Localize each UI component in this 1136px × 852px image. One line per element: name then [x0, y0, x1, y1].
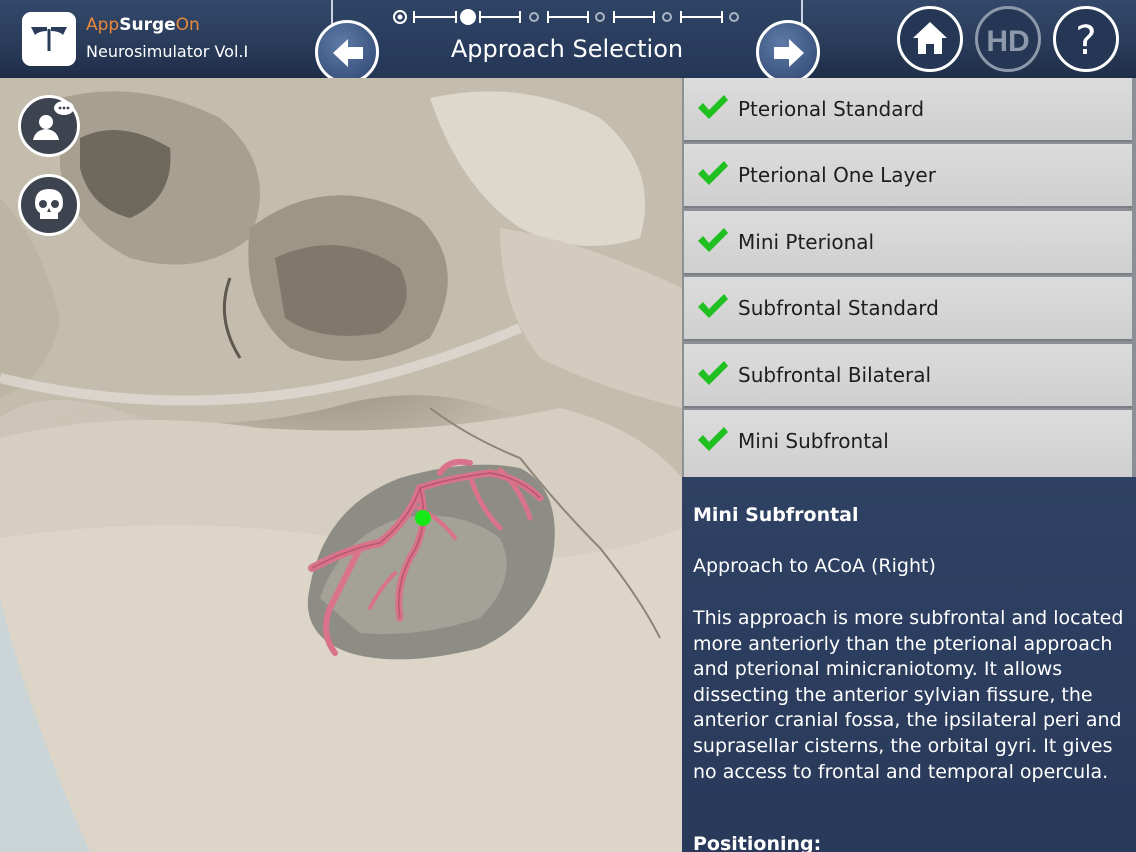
- approach-item-subfrontal-bilateral[interactable]: Subfrontal Bilateral: [684, 344, 1132, 408]
- description-subtitle: Approach to ACoA (Right): [693, 555, 936, 577]
- checkmark-icon: [698, 228, 728, 252]
- approach-label: Subfrontal Bilateral: [738, 363, 932, 387]
- approach-list: Pterional Standard Pterional One Layer M…: [682, 78, 1136, 477]
- approach-label: Subfrontal Standard: [738, 296, 939, 320]
- home-icon: [913, 22, 947, 54]
- help-icon: ?: [1075, 18, 1096, 64]
- skull-view-button[interactable]: [18, 174, 80, 236]
- approach-label: Mini Subfrontal: [738, 429, 889, 453]
- hd-toggle-button[interactable]: HD: [975, 6, 1041, 72]
- approach-label: Mini Pterional: [738, 230, 875, 254]
- brand-name: AppSurgeOn: [86, 15, 200, 35]
- approach-label: Pterional One Layer: [738, 163, 936, 187]
- anatomy-3d-viewport[interactable]: [0, 78, 682, 852]
- description-body: This approach is more subfrontal and loc…: [693, 607, 1124, 783]
- positioning-heading: Positioning:: [693, 833, 822, 852]
- checkmark-icon: [698, 427, 728, 451]
- approach-item-mini-subfrontal[interactable]: Mini Subfrontal: [684, 410, 1132, 477]
- home-button[interactable]: [897, 6, 963, 72]
- top-bar: AppSurgeOn Neurosimulator Vol.I Approach…: [0, 0, 1136, 84]
- approach-label: Pterional Standard: [738, 97, 925, 121]
- approach-item-pterional-standard[interactable]: Pterional Standard: [684, 78, 1132, 142]
- help-button[interactable]: ?: [1053, 6, 1119, 72]
- skull-icon: [35, 189, 63, 219]
- previous-button[interactable]: [315, 20, 379, 84]
- svg-text:?: ?: [1075, 18, 1096, 64]
- approach-item-mini-pterional[interactable]: Mini Pterional: [684, 211, 1132, 275]
- skull-model-render: [0, 78, 682, 852]
- page-title: Approach Selection: [450, 35, 684, 63]
- next-button[interactable]: [756, 20, 820, 84]
- app-logo: [22, 12, 76, 66]
- step-progress-indicator: [393, 9, 739, 25]
- checkmark-icon: [698, 294, 728, 318]
- description-title: Mini Subfrontal: [693, 504, 859, 526]
- surgeon-chat-icon: [33, 101, 74, 140]
- surgeon-view-button[interactable]: [18, 95, 80, 157]
- checkmark-icon: [698, 161, 728, 185]
- approach-description-panel[interactable]: Mini Subfrontal Approach to ACoA (Right)…: [682, 477, 1136, 852]
- arrow-left-icon: [333, 39, 363, 67]
- checkmark-icon: [698, 361, 728, 385]
- svg-text:HD: HD: [986, 25, 1029, 58]
- approach-item-subfrontal-standard[interactable]: Subfrontal Standard: [684, 277, 1132, 341]
- hd-icon: HD: [986, 25, 1029, 58]
- target-marker: [415, 510, 431, 526]
- checkmark-icon: [698, 95, 728, 119]
- approach-item-pterional-one-layer[interactable]: Pterional One Layer: [684, 144, 1132, 208]
- arrow-right-icon: [774, 39, 804, 67]
- brain-logo-icon: [31, 27, 67, 51]
- app-subtitle: Neurosimulator Vol.I: [86, 42, 249, 61]
